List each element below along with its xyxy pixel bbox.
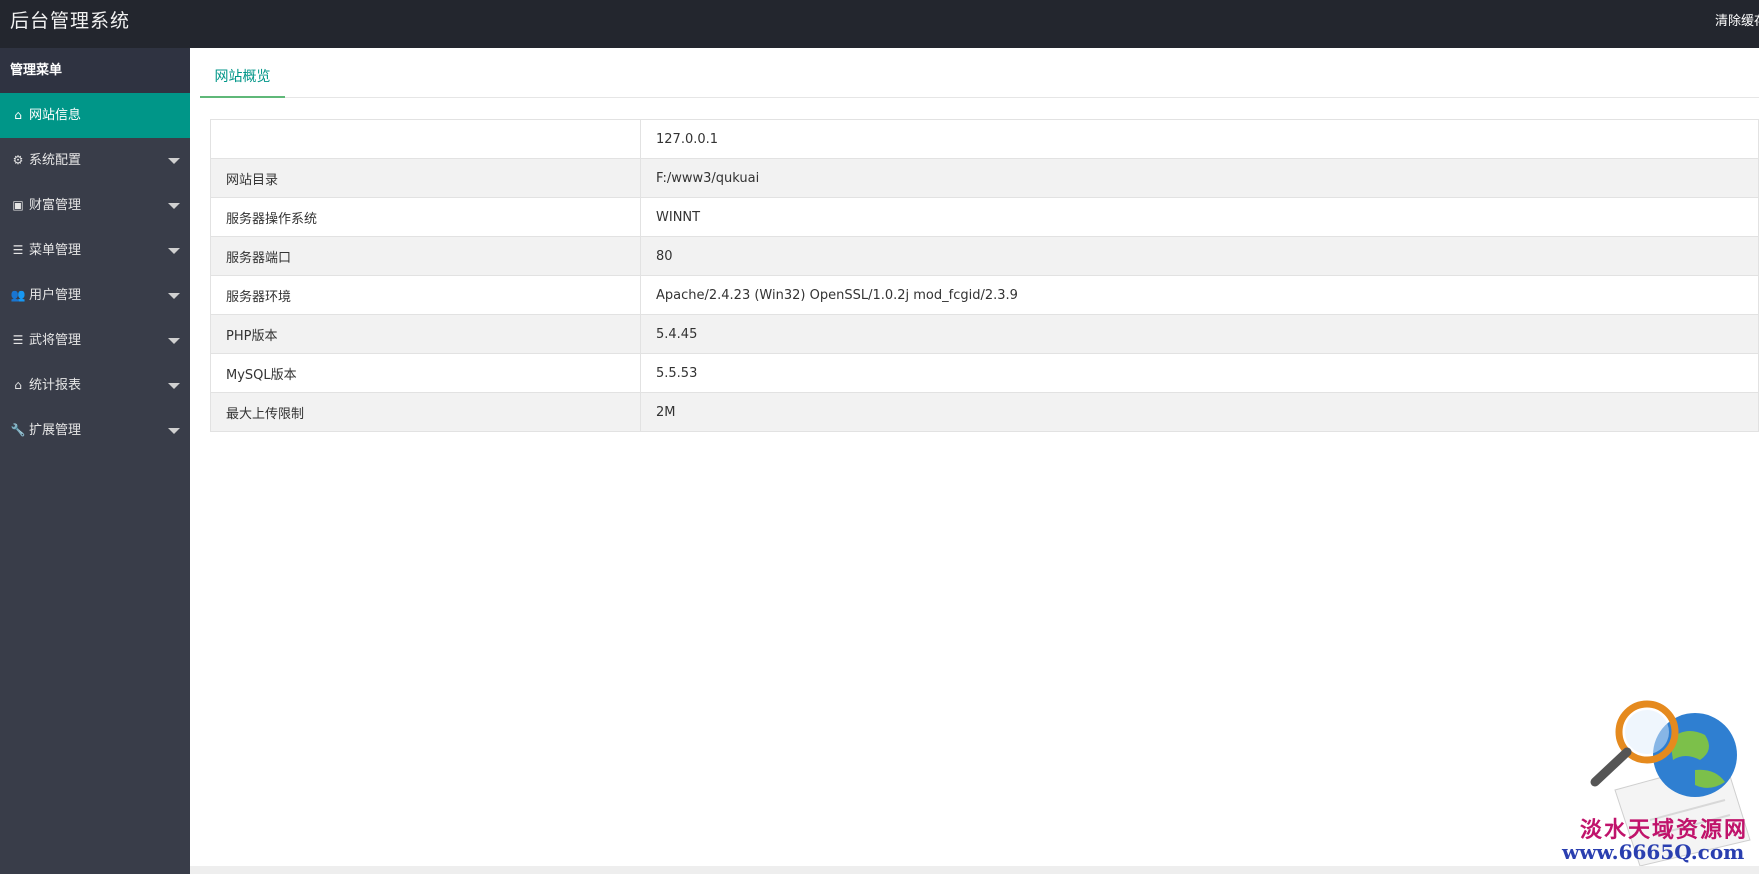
caret-down-icon <box>168 383 180 389</box>
sidebar: 管理菜单 ⌂ 网站信息 ⚙ 系统配置 ▣ 财富管理 ☰ 菜单管理 👥 用户管理 ☰ 武将管理 ⌂ 统计报表… <box>0 48 190 874</box>
sidebar-item-5[interactable]: ☰ 武将管理 <box>0 318 190 363</box>
sidebar-item-7[interactable]: 🔧 扩展管理 <box>0 408 190 453</box>
table-row: 127.0.0.1 <box>210 119 1759 159</box>
sidebar-item-6[interactable]: ⌂ 统计报表 <box>0 363 190 408</box>
row-value: 5.5.53 <box>640 353 1759 393</box>
sidebar-menu: ⌂ 网站信息 ⚙ 系统配置 ▣ 财富管理 ☰ 菜单管理 👥 用户管理 ☰ 武将管理 ⌂ 统计报表 🔧 扩展管理 <box>0 93 190 453</box>
sidebar-item-4[interactable]: 👥 用户管理 <box>0 273 190 318</box>
row-label <box>210 119 641 159</box>
sidebar-item-label: 系统配置 <box>29 153 82 168</box>
row-value: 5.4.45 <box>640 314 1759 354</box>
row-label: PHP版本 <box>210 314 641 354</box>
sidebar-item-label: 网站信息 <box>29 108 82 123</box>
table-row: 最大上传限制 2M <box>210 392 1759 432</box>
sidebar-item-2[interactable]: ▣ 财富管理 <box>0 183 190 228</box>
table-row: 服务器操作系统 WINNT <box>210 197 1759 237</box>
table-row: 服务器端口 80 <box>210 236 1759 276</box>
row-label: MySQL版本 <box>210 353 641 393</box>
site-info-table: 127.0.0.1 网站目录 F:/www3/qukuai 服务器操作系统 WINNT 服… <box>210 119 1759 432</box>
row-value: F:/www3/qukuai <box>640 158 1759 198</box>
row-value: 80 <box>640 236 1759 276</box>
caret-down-icon <box>168 293 180 299</box>
app-title: 后台管理系统 <box>10 10 131 32</box>
table-row: PHP版本 5.4.45 <box>210 314 1759 354</box>
caret-down-icon <box>168 248 180 254</box>
caret-down-icon <box>168 338 180 344</box>
table-row: 服务器环境 Apache/2.4.23 (Win32) OpenSSL/1.0.2… <box>210 275 1759 315</box>
sidebar-item-label: 统计报表 <box>29 378 82 393</box>
wrench-icon: 🔧 <box>10 423 26 437</box>
sidebar-item-label: 财富管理 <box>29 198 82 213</box>
main-content: 网站概览 127.0.0.1 网站目录 F:/www3/qukuai 服务器操作系统 W… <box>190 48 1759 874</box>
bottom-strip <box>190 866 1759 874</box>
list-icon: ☰ <box>12 333 24 347</box>
row-label: 服务器端口 <box>210 236 641 276</box>
gears-icon: ⚙ <box>12 153 24 167</box>
home-icon: ⌂ <box>14 108 22 122</box>
sidebar-item-0[interactable]: ⌂ 网站信息 <box>0 93 190 138</box>
sidebar-item-label: 用户管理 <box>29 288 82 303</box>
caret-down-icon <box>168 158 180 164</box>
caret-down-icon <box>168 203 180 209</box>
clear-cache-link[interactable]: 清除缓存 <box>1715 10 1759 29</box>
row-value: 127.0.0.1 <box>640 119 1759 159</box>
table-row: MySQL版本 5.5.53 <box>210 353 1759 393</box>
caret-down-icon <box>168 428 180 434</box>
sidebar-item-1[interactable]: ⚙ 系统配置 <box>0 138 190 183</box>
top-header: 后台管理系统 清除缓存 <box>0 0 1759 48</box>
row-value: WINNT <box>640 197 1759 237</box>
users-icon: 👥 <box>10 288 26 302</box>
row-label: 服务器环境 <box>210 275 641 315</box>
tab-bar: 网站概览 <box>200 58 1759 98</box>
list-icon: ☰ <box>12 243 24 257</box>
tab-site-overview[interactable]: 网站概览 <box>200 58 285 98</box>
watermark-url: www.6665Q.com <box>1562 840 1745 864</box>
row-label: 最大上传限制 <box>210 392 641 432</box>
sidebar-item-label: 扩展管理 <box>29 423 82 438</box>
sidebar-item-3[interactable]: ☰ 菜单管理 <box>0 228 190 273</box>
sidebar-item-label: 菜单管理 <box>29 243 82 258</box>
row-value: Apache/2.4.23 (Win32) OpenSSL/1.0.2j mod… <box>640 275 1759 315</box>
home-icon: ⌂ <box>14 378 22 392</box>
sidebar-title: 管理菜单 <box>0 48 190 93</box>
table-row: 网站目录 F:/www3/qukuai <box>210 158 1759 198</box>
sidebar-item-label: 武将管理 <box>29 333 82 348</box>
row-value: 2M <box>640 392 1759 432</box>
row-label: 服务器操作系统 <box>210 197 641 237</box>
money-icon: ▣ <box>12 198 24 212</box>
row-label: 网站目录 <box>210 158 641 198</box>
